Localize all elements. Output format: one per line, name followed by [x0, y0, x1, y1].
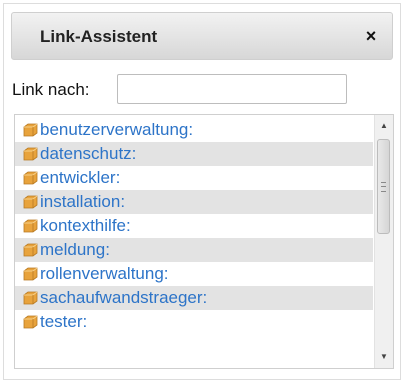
namespace-label: benutzerverwaltung: — [40, 120, 194, 139]
link-target-label: Link nach: — [12, 80, 90, 99]
namespace-list-item[interactable]: rollenverwaltung: — [15, 262, 373, 286]
namespace-folder-icon — [23, 312, 38, 329]
close-button[interactable]: × — [360, 25, 382, 47]
scroll-grip-icon — [381, 182, 386, 192]
namespace-label: entwickler: — [40, 168, 121, 187]
namespace-label: datenschutz: — [40, 144, 137, 163]
link-target-row: Link nach: — [12, 74, 392, 106]
namespace-label: rollenverwaltung: — [40, 264, 169, 283]
namespace-list: benutzerverwaltung: datenschutz: entwickle… — [14, 114, 394, 369]
namespace-folder-icon — [23, 216, 38, 233]
link-target-input[interactable] — [117, 74, 347, 104]
namespace-folder-icon — [23, 120, 38, 137]
namespace-label: meldung: — [40, 240, 110, 259]
list-scrollbar[interactable]: ▲ ▼ — [374, 115, 393, 368]
namespace-label: installation: — [40, 192, 126, 211]
namespace-folder-icon — [23, 144, 38, 161]
namespace-list-item[interactable]: tester: — [15, 310, 373, 334]
namespace-list-item[interactable]: kontexthilfe: — [15, 214, 373, 238]
namespace-folder-icon — [23, 168, 38, 185]
namespace-list-item[interactable]: datenschutz: — [15, 142, 373, 166]
namespace-folder-icon — [23, 240, 38, 257]
dialog-titlebar[interactable]: Link-Assistent × — [11, 12, 393, 60]
namespace-folder-icon — [23, 192, 38, 209]
namespace-label: tester: — [40, 312, 88, 331]
dialog-title: Link-Assistent — [40, 27, 158, 46]
namespace-list-item[interactable]: entwickler: — [15, 166, 373, 190]
scroll-up-arrow[interactable]: ▲ — [375, 117, 393, 135]
scroll-thumb[interactable] — [377, 139, 390, 234]
namespace-list-item[interactable]: sachaufwandstraeger: — [15, 286, 373, 310]
namespace-list-item[interactable]: meldung: — [15, 238, 373, 262]
namespace-label: sachaufwandstraeger: — [40, 288, 208, 307]
namespace-list-item[interactable]: installation: — [15, 190, 373, 214]
namespace-label: kontexthilfe: — [40, 216, 131, 235]
namespace-list-items: benutzerverwaltung: datenschutz: entwickle… — [15, 118, 373, 334]
scroll-down-arrow[interactable]: ▼ — [375, 348, 393, 366]
namespace-folder-icon — [23, 288, 38, 305]
namespace-folder-icon — [23, 264, 38, 281]
link-wizard-dialog: Link-Assistent × Link nach: benutzerverw… — [3, 3, 401, 380]
namespace-list-item[interactable]: benutzerverwaltung: — [15, 118, 373, 142]
